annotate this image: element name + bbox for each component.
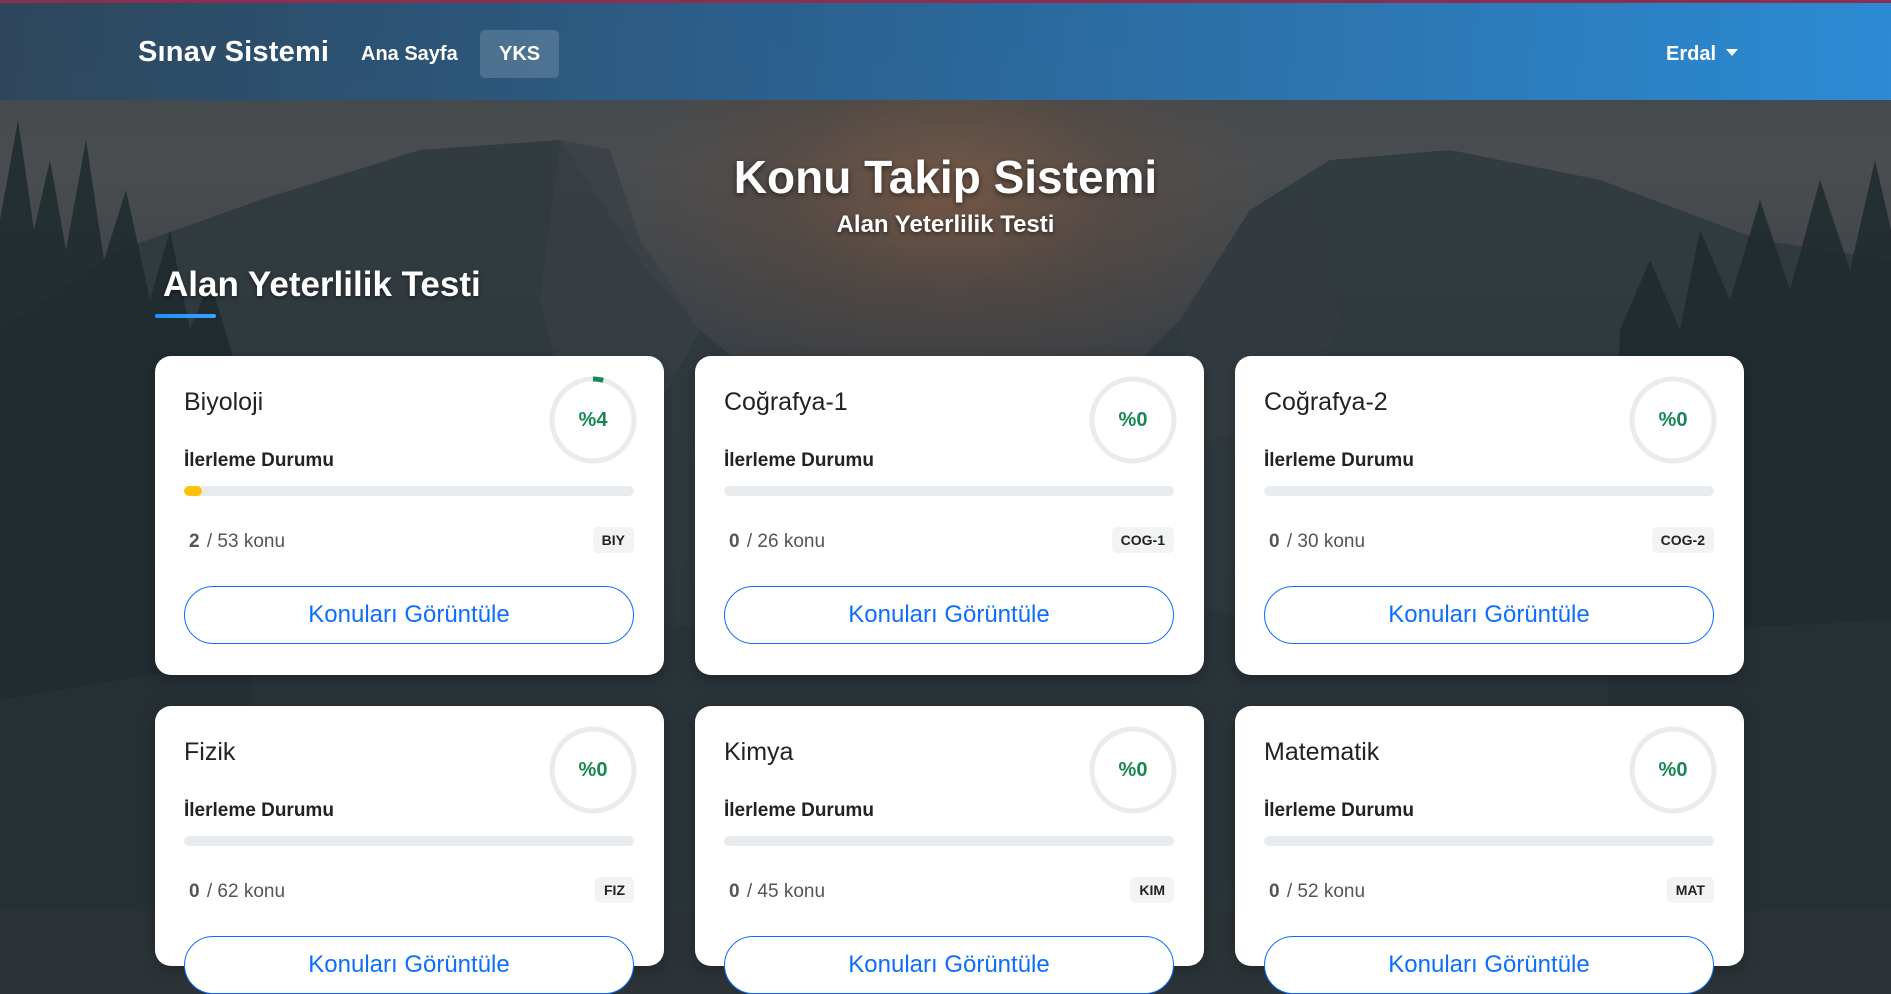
subject-card: Coğrafya-1 %0 İlerleme Durumu 0 / 26 kon… [695,356,1204,675]
progress-circle: %0 [1089,376,1177,464]
progress-bar [1264,486,1714,496]
progress-label: İlerleme Durumu [1264,800,1414,821]
subject-card: Kimya %0 İlerleme Durumu 0 / 45 konu KIM… [695,706,1204,994]
subject-card: Matematik %0 İlerleme Durumu 0 / 52 konu… [1235,706,1744,994]
progress-label: İlerleme Durumu [184,450,334,471]
progress-circle: %0 [1089,726,1177,814]
topics-total: / 30 konu [1286,531,1366,552]
progress-label: İlerleme Durumu [1264,450,1414,471]
progress-bar-fill [184,486,202,496]
progress-label: İlerleme Durumu [724,450,874,471]
subject-card: Biyoloji %4 İlerleme Durumu 2 / 53 konu … [155,356,664,675]
brand-link[interactable]: Sınav Sistemi [138,36,329,69]
subject-name: Matematik [1264,738,1380,766]
nav-link-home[interactable]: Ana Sayfa [346,30,473,78]
subject-card: Fizik %0 İlerleme Durumu 0 / 62 konu FIZ… [155,706,664,994]
subject-code-badge: KIM [1130,877,1174,903]
topics-done: 0 [729,881,740,902]
progress-circle: %0 [1629,376,1717,464]
subject-code-badge: BIY [592,527,634,553]
view-topics-button[interactable]: Konuları Görüntüle [184,936,634,994]
progress-percent: %0 [1118,409,1148,431]
topics-total: / 52 konu [1286,881,1366,902]
caret-down-icon [1726,49,1739,57]
view-topics-button[interactable]: Konuları Görüntüle [1264,586,1714,644]
topic-count: 0 / 52 konu [1264,881,1365,903]
subject-name: Kimya [724,738,794,766]
topics-done: 0 [1269,531,1280,552]
progress-bar [184,486,634,496]
topics-done: 0 [189,881,200,902]
subject-name: Fizik [184,738,236,766]
topics-total: / 45 konu [746,881,826,902]
view-topics-button[interactable]: Konuları Görüntüle [724,936,1174,994]
page-subtitle: Alan Yeterlilik Testi [836,211,1055,238]
subject-code-badge: COG-1 [1111,527,1174,553]
topic-count: 0 / 62 konu [184,881,285,903]
view-topics-button[interactable]: Konuları Görüntüle [184,586,634,644]
topic-count: 0 / 26 konu [724,531,825,553]
progress-bar [724,836,1174,846]
topics-done: 0 [1269,881,1280,902]
nav-link-yks[interactable]: YKS [480,30,560,78]
section-title: Alan Yeterlilik Testi [163,265,481,304]
subject-name: Coğrafya-1 [724,388,848,416]
user-dropdown[interactable]: Erdal [1666,43,1739,66]
subject-name: Coğrafya-2 [1264,388,1388,416]
subject-name: Biyoloji [184,388,264,416]
topics-done: 2 [189,531,200,552]
progress-label: İlerleme Durumu [724,800,874,821]
topics-done: 0 [729,531,740,552]
top-accent-line [0,0,1891,3]
progress-bar [1264,836,1714,846]
progress-circle: %0 [549,726,637,814]
view-topics-button[interactable]: Konuları Görüntüle [724,586,1174,644]
section-underline [155,314,216,318]
view-topics-button[interactable]: Konuları Görüntüle [1264,936,1714,994]
topic-count: 0 / 45 konu [724,881,825,903]
progress-percent: %0 [1118,759,1148,781]
progress-percent: %4 [578,409,608,431]
page-title: Konu Takip Sistemi [733,151,1158,203]
progress-circle: %4 [549,376,637,464]
topics-total: / 26 konu [746,531,826,552]
progress-percent: %0 [578,759,608,781]
progress-bar [184,836,634,846]
topic-count: 0 / 30 konu [1264,531,1365,553]
subject-code-badge: COG-2 [1651,527,1714,553]
user-name: Erdal [1666,43,1717,65]
progress-label: İlerleme Durumu [184,800,334,821]
topic-count: 2 / 53 konu [184,531,285,553]
progress-percent: %0 [1658,409,1688,431]
subject-card: Coğrafya-2 %0 İlerleme Durumu 0 / 30 kon… [1235,356,1744,675]
progress-bar [724,486,1174,496]
navbar: Sınav Sistemi Ana Sayfa YKS Erdal [0,3,1891,100]
topics-total: / 53 konu [206,531,286,552]
progress-percent: %0 [1658,759,1688,781]
progress-circle: %0 [1629,726,1717,814]
topics-total: / 62 konu [206,881,286,902]
subject-code-badge: FIZ [595,877,634,903]
subject-code-badge: MAT [1666,877,1714,903]
